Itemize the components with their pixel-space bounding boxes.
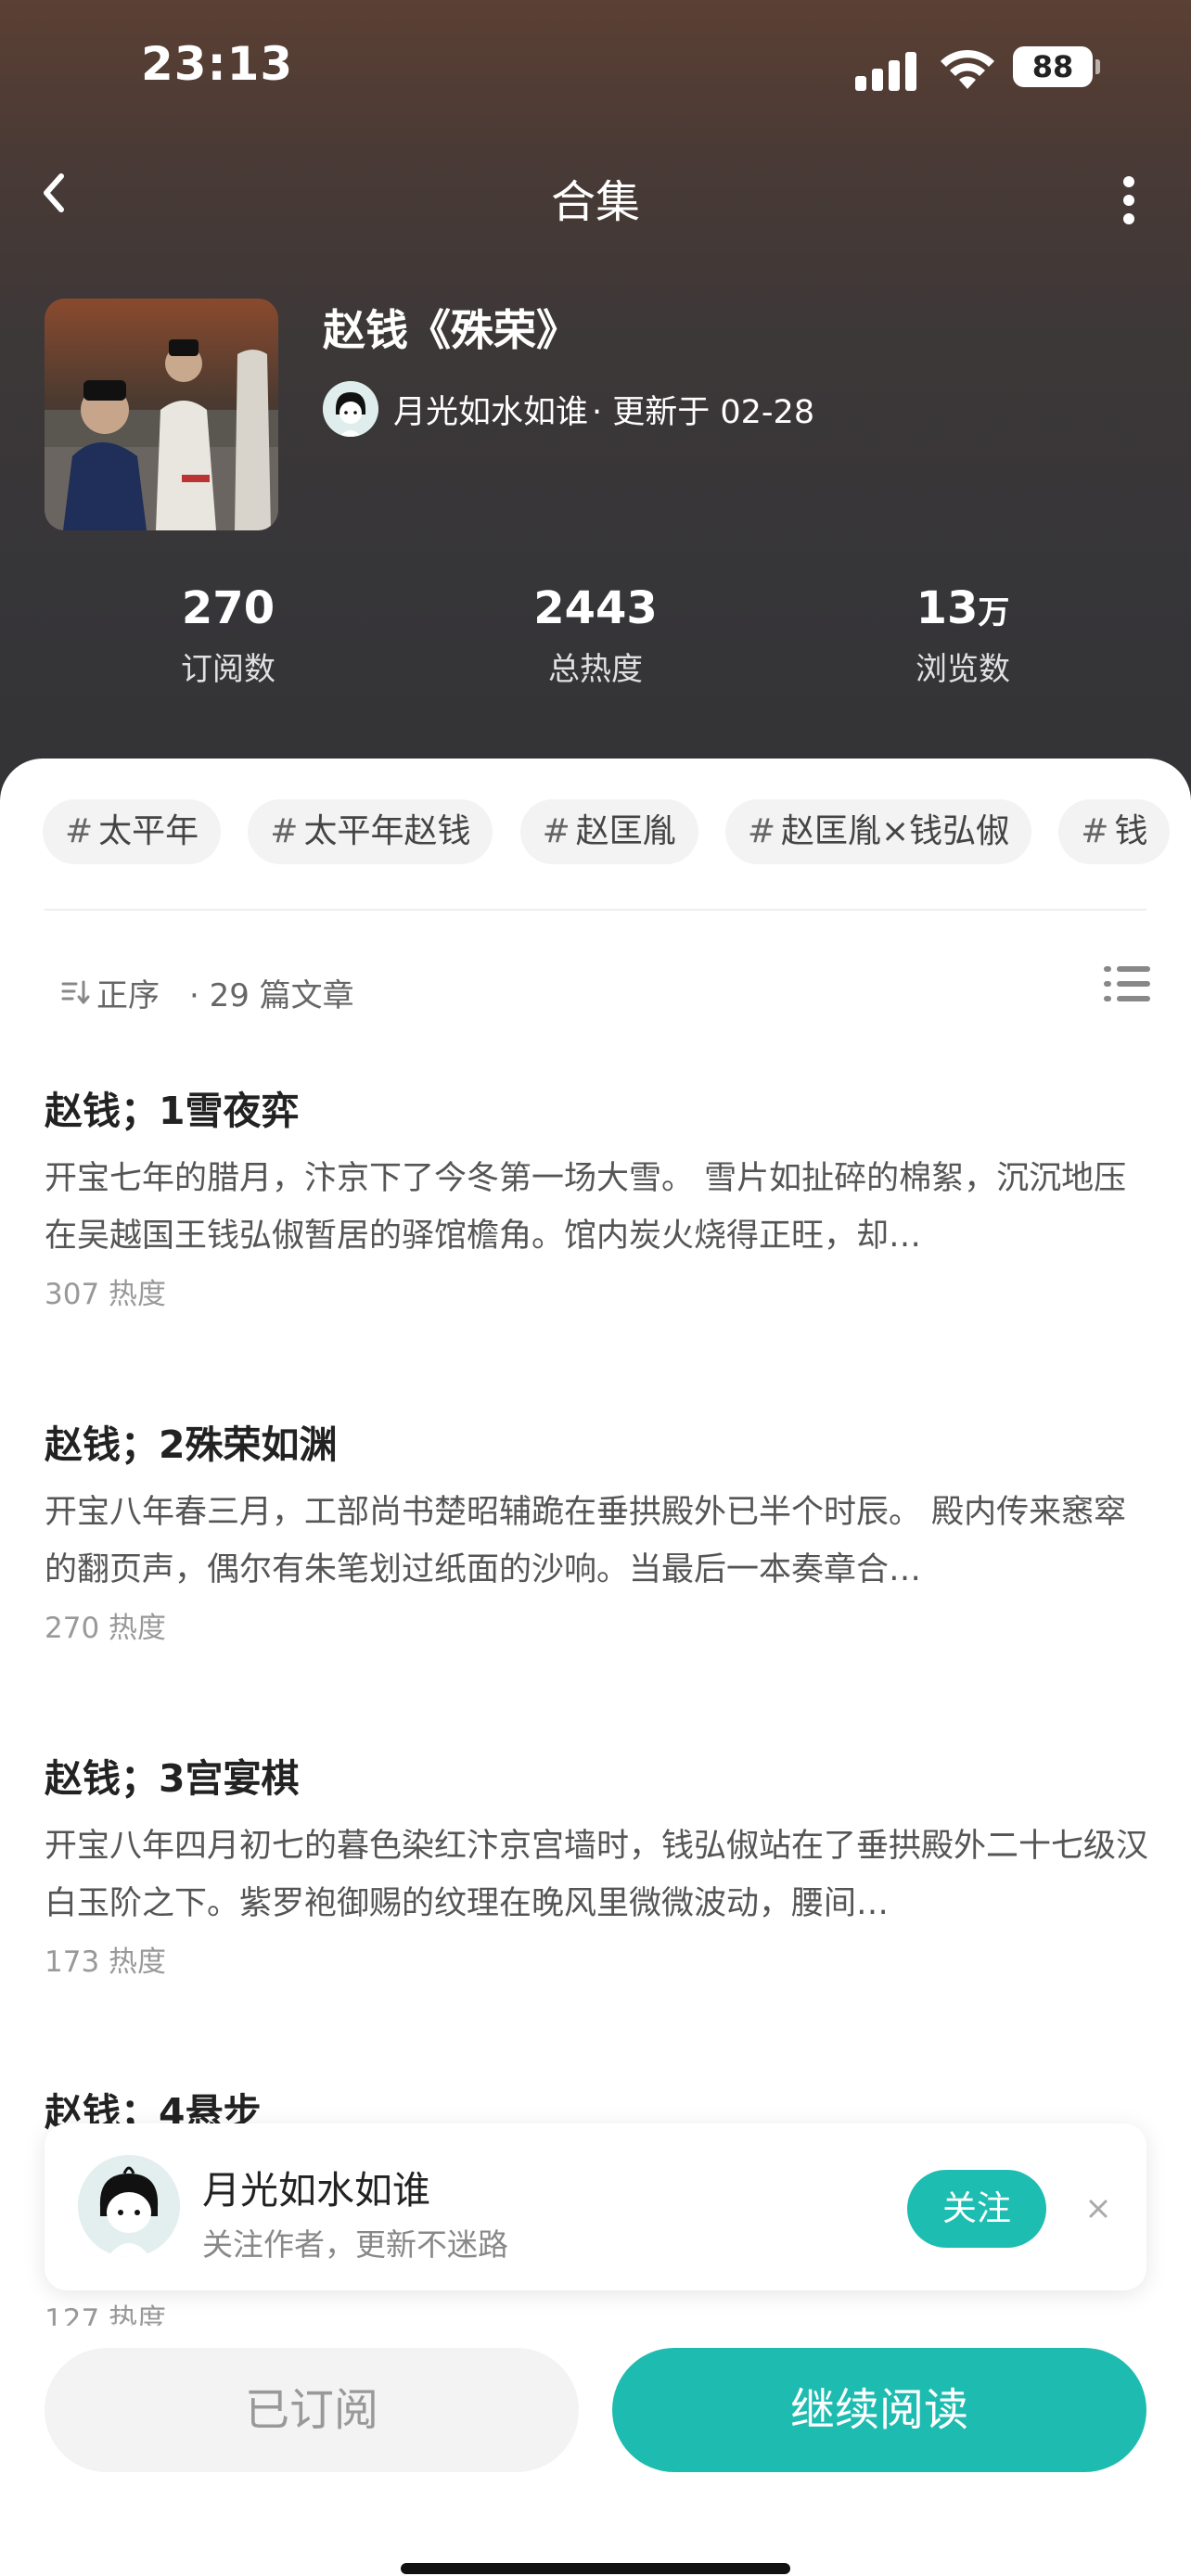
battery-icon: 88	[1013, 46, 1093, 87]
status-time: 23:13	[141, 37, 294, 91]
stat-value: 270	[181, 582, 275, 634]
sort-order-button[interactable]: 正序	[59, 970, 160, 1015]
status-bar: 23:13 88	[0, 0, 1191, 139]
tag-chip[interactable]: # 赵匡胤	[519, 799, 698, 864]
tag-label: 赵匡胤×钱弘俶	[781, 812, 1010, 850]
stat-subscribers: 270 订阅数	[89, 582, 367, 689]
content-sheet: # 太平年 # 太平年赵钱 # 赵匡胤 # 赵匡胤×钱弘俶 # 钱 正序 · 29 篇文章…	[0, 759, 1191, 2576]
tag-label: 太平年赵钱	[303, 812, 471, 850]
tag-label: 赵匡胤	[575, 812, 676, 850]
close-icon	[1089, 2200, 1108, 2218]
follow-author-name: 月光如水如谁	[202, 2168, 430, 2213]
author-avatar[interactable]	[78, 2155, 180, 2257]
article-title: 赵钱；3宫宴棋	[45, 1756, 300, 1801]
collection-title: 赵钱《殊荣》	[323, 305, 579, 355]
sort-icon	[61, 980, 90, 1004]
hash-icon: #	[542, 812, 570, 850]
back-button[interactable]	[30, 165, 85, 221]
wifi-icon	[941, 49, 994, 89]
article-heat: 307 热度	[45, 1278, 167, 1311]
hash-icon: #	[65, 812, 94, 850]
stat-label: 浏览数	[916, 651, 1010, 688]
home-indicator[interactable]	[401, 2563, 790, 2574]
author-row[interactable]: 月光如水如谁 · 更新于 02-28	[323, 380, 814, 438]
stat-heat: 2443 总热度	[456, 582, 735, 689]
continue-reading-button[interactable]: 继续阅读	[612, 2348, 1146, 2472]
stat-value: 2443	[533, 582, 658, 634]
nav-bar: 合集	[0, 148, 1191, 241]
chevron-left-icon	[44, 173, 64, 212]
battery-tip	[1095, 59, 1100, 74]
close-button[interactable]	[1074, 2185, 1122, 2233]
article-heat: 173 热度	[45, 1945, 167, 1979]
tag-chip[interactable]: # 钱	[1058, 799, 1171, 864]
article-excerpt: 开宝七年的腊月，汴京下了今冬第一场大雪。 雪片如扯碎的棉絮，沉沉地压在吴越国王钱…	[45, 1160, 1127, 1255]
article-item[interactable]: 赵钱；3宫宴棋 开宝八年四月初七的暮色染红汴京宫墙时，钱弘俶站在了垂拱殿外二十七…	[45, 1751, 1148, 1980]
divider	[45, 909, 1146, 911]
author-name: 月光如水如谁	[393, 393, 589, 431]
cellular-signal-icon	[855, 48, 920, 91]
author-avatar	[323, 381, 378, 437]
article-heat: 270 热度	[45, 1612, 167, 1645]
tag-list[interactable]: # 太平年 # 太平年赵钱 # 赵匡胤 # 赵匡胤×钱弘俶 # 钱	[43, 799, 1191, 866]
hash-icon: #	[1081, 812, 1109, 850]
article-title: 赵钱；1雪夜弈	[45, 1089, 300, 1133]
article-item[interactable]: 赵钱；2殊荣如渊 开宝八年春三月，工部尚书楚昭辅跪在垂拱殿外已半个时辰。 殿内传…	[45, 1417, 1148, 1646]
stat-label: 订阅数	[181, 651, 275, 688]
sort-label: 正序	[96, 976, 160, 1014]
stat-unit: 万	[978, 594, 1010, 631]
tag-chip[interactable]: # 太平年赵钱	[248, 799, 493, 864]
bottom-action-bar: 已订阅 继续阅读	[0, 2326, 1191, 2576]
tag-chip[interactable]: # 太平年	[43, 799, 222, 864]
follow-author-card: 月光如水如谁 关注作者，更新不迷路 关注	[45, 2123, 1146, 2290]
tag-label: 钱	[1114, 812, 1148, 850]
follow-button[interactable]: 关注	[907, 2170, 1046, 2248]
tag-chip[interactable]: # 赵匡胤×钱弘俶	[724, 799, 1032, 864]
article-item[interactable]: 赵钱；1雪夜弈 开宝七年的腊月，汴京下了今冬第一场大雪。 雪片如扯碎的棉絮，沉沉…	[45, 1083, 1148, 1312]
stat-label: 总热度	[548, 651, 643, 688]
article-excerpt: 开宝八年春三月，工部尚书楚昭辅跪在垂拱殿外已半个时辰。 殿内传来窸窣的翻页声，偶…	[45, 1494, 1127, 1588]
tag-label: 太平年	[98, 812, 199, 850]
stat-value: 13	[916, 582, 979, 634]
update-date: · 更新于 02-28	[592, 393, 815, 431]
collection-cover-image	[45, 299, 278, 530]
stat-views: 13万 浏览数	[824, 582, 1102, 689]
article-excerpt: 开宝八年四月初七的暮色染红汴京宫墙时，钱弘俶站在了垂拱殿外二十七级汉白玉阶之下。…	[45, 1828, 1148, 1922]
list-view-icon[interactable]	[1104, 964, 1150, 1005]
hash-icon: #	[747, 812, 776, 850]
page-title: 合集	[550, 176, 640, 228]
more-options-button[interactable]	[1109, 158, 1150, 232]
stats-row: 270 订阅数 2443 总热度 13万 浏览数	[0, 582, 1191, 694]
follow-hint-text: 关注作者，更新不迷路	[202, 2226, 508, 2263]
article-count: · 29 篇文章	[189, 976, 354, 1014]
article-title: 赵钱；2殊荣如渊	[45, 1422, 338, 1467]
subscribed-button[interactable]: 已订阅	[45, 2348, 579, 2472]
sort-row: 正序 · 29 篇文章	[59, 964, 354, 1020]
hash-icon: #	[270, 812, 299, 850]
